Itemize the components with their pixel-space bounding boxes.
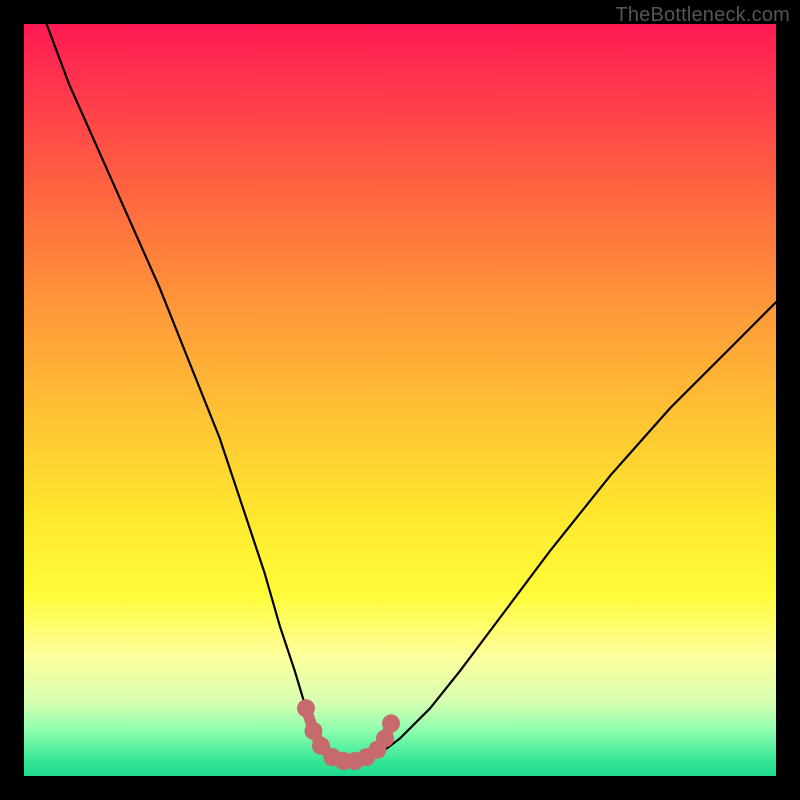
bottleneck-curve xyxy=(47,24,776,761)
optimal-zone-marker xyxy=(297,699,315,717)
optimal-zone-markers xyxy=(297,699,400,770)
watermark-text: TheBottleneck.com xyxy=(615,4,790,27)
chart-svg xyxy=(24,24,776,776)
chart-background xyxy=(24,24,776,776)
optimal-zone-marker xyxy=(382,714,400,732)
